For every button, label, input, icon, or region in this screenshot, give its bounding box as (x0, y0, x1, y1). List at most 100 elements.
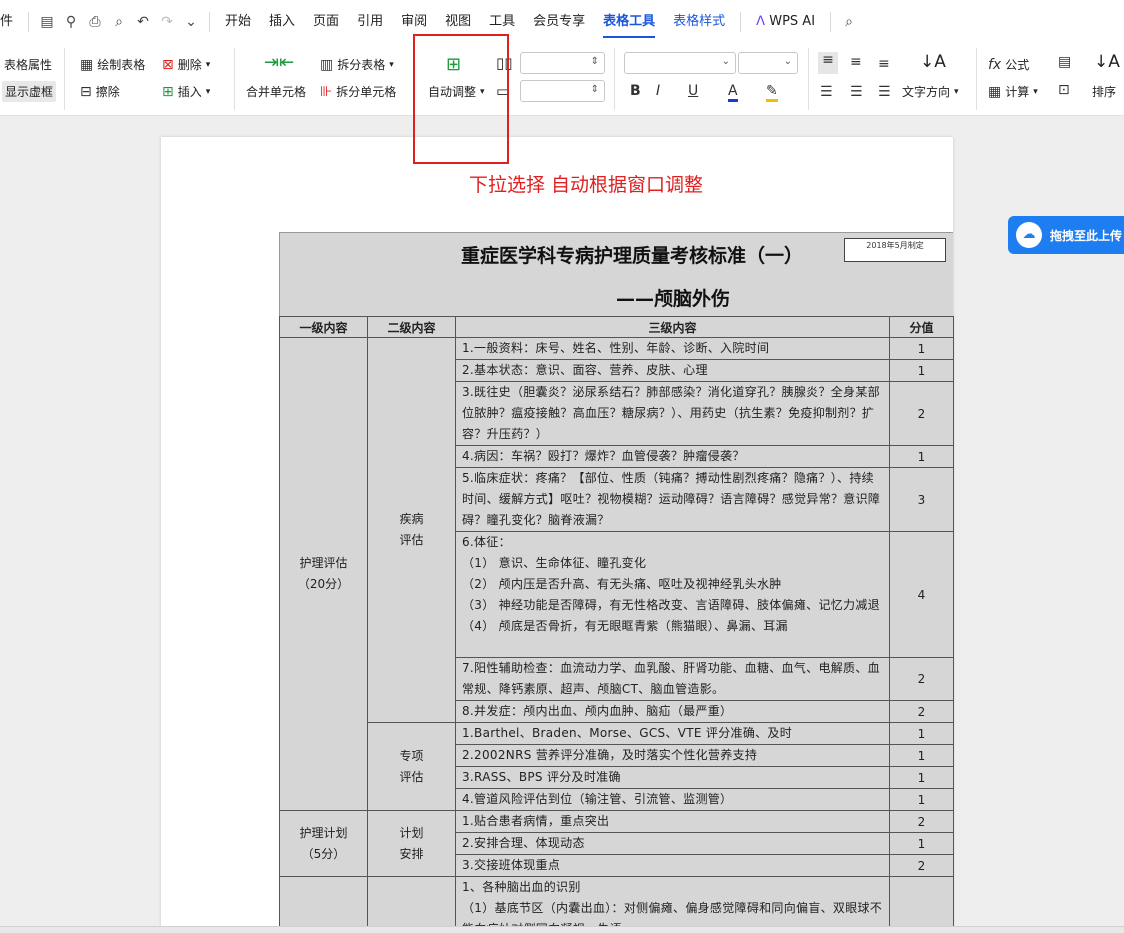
score-cell[interactable]: 2 (889, 657, 954, 701)
align-bottom-icon[interactable]: ≡ (878, 56, 890, 72)
content-cell[interactable]: 2.2002NRS 营养评分准确，及时落实个性化营养支持 (455, 744, 890, 767)
eraser-label: 擦除 (95, 85, 120, 99)
content-cell[interactable]: 3.交接班体现重点 (455, 854, 890, 877)
font-size-select[interactable]: ⌄ (738, 52, 798, 74)
share-icon[interactable]: ⚲ (59, 0, 83, 44)
tab-page[interactable]: 页面 (304, 0, 348, 44)
font-color-icon[interactable]: A (728, 83, 738, 102)
align-right-icon[interactable]: ☰ (878, 84, 891, 100)
font-name-select[interactable]: ⌄ (624, 52, 736, 74)
text-direction-button[interactable]: 文字方向 ▾ (902, 83, 959, 100)
align-left-icon[interactable]: ☰ (820, 84, 833, 100)
print-icon[interactable]: ⎙ (83, 0, 107, 44)
insert-label: 插入 (177, 85, 202, 99)
content-cell[interactable]: 6.体征： （1） 意识、生命体征、瞳孔变化 （2） 颅内压是否升高、有无头痛、… (455, 531, 890, 658)
menu-divider (209, 12, 211, 32)
row-height-input[interactable]: ⇕ (520, 80, 605, 102)
score-cell[interactable]: 2 (889, 700, 954, 723)
score-cell[interactable]: 2 (889, 854, 954, 877)
column-width-input[interactable]: ⇕ (520, 52, 605, 74)
date-stamp: 2018年5月制定 (844, 238, 946, 262)
score-cell[interactable]: 1 (889, 788, 954, 811)
content-cell[interactable]: 5.临床症状：疼痛？【部位、性质（钝痛？搏动性剧烈疼痛？隐痛？）、持续时间、缓解… (455, 467, 890, 532)
score-cell[interactable]: 1 (889, 722, 954, 745)
score-cell[interactable]: 1 (889, 766, 954, 789)
wps-ai-label: WPS AI (769, 14, 816, 29)
insert-button[interactable]: ⊞ 插入 ▾ (162, 83, 210, 100)
content-cell[interactable]: 1、各种脑出血的识别 （1）基底节区（内囊出血）：对侧偏瘫、偏身感觉障碍和同向偏… (455, 876, 890, 933)
score-cell[interactable]: 1 (889, 359, 954, 382)
delete-button[interactable]: ⊠ 删除 ▾ (162, 56, 210, 73)
split-table-button[interactable]: ▥ 拆分表格 ▾ (320, 56, 394, 73)
tab-home[interactable]: 开始 (216, 0, 260, 44)
sort-button[interactable]: 排序 (1092, 83, 1116, 100)
content-cell[interactable]: 3.RASS、BPS 评分及时准确 (455, 766, 890, 789)
save-icon[interactable]: ▤ (35, 0, 59, 44)
tab-references[interactable]: 引用 (348, 0, 392, 44)
italic-icon[interactable]: I (656, 83, 660, 99)
tab-table-tools[interactable]: 表格工具 (594, 0, 664, 44)
calculate-label: 计算 (1005, 85, 1030, 99)
formula-button[interactable]: fx 公式 (988, 56, 1029, 73)
score-cell[interactable]: 2 (889, 381, 954, 446)
level1-cell[interactable]: 护理计划 （5分） (279, 810, 368, 877)
content-cell[interactable]: 4.病因：车祸？殴打？爆炸？血管侵袭？肿瘤侵袭？ (455, 445, 890, 468)
score-cell[interactable]: 1 (889, 337, 954, 360)
merge-cells-icon: ⇥⇤ (264, 52, 295, 73)
calculate-button[interactable]: ▦ 计算 ▾ (988, 83, 1038, 100)
search-icon[interactable]: ⌕ (837, 0, 861, 44)
score-cell[interactable]: 1 (889, 832, 954, 855)
tab-member[interactable]: 会员专享 (524, 0, 594, 44)
menu-divider (28, 12, 30, 32)
content-cell[interactable]: 1.贴合患者病情，重点突出 (455, 810, 890, 833)
score-cell[interactable]: 3 (889, 467, 954, 532)
split-cells-button[interactable]: ⊪ 拆分单元格 (320, 83, 396, 100)
menu-file[interactable]: 件 (0, 0, 22, 44)
cloud-icon: ☁ (1016, 222, 1042, 248)
chevron-down-icon[interactable]: ⌄ (179, 0, 203, 44)
bold-icon[interactable]: B (630, 83, 641, 99)
wps-ai-icon: ᐱ (756, 14, 766, 29)
undo-icon[interactable]: ↶ (131, 0, 155, 44)
content-cell[interactable]: 7.阳性辅助检查：血流动力学、血乳酸、肝肾功能、血糖、血气、电解质、血常规、降钙… (455, 657, 890, 701)
header-level2: 二级内容 (367, 316, 456, 338)
score-cell[interactable]: 1 (889, 744, 954, 767)
align-top-icon[interactable]: ≡ (818, 52, 838, 74)
level2-cell[interactable] (367, 876, 456, 933)
content-cell[interactable]: 1.一般资料：床号、姓名、性别、年龄、诊断、入院时间 (455, 337, 890, 360)
highlight-icon[interactable]: ✎ (766, 83, 778, 102)
score-cell[interactable] (889, 876, 954, 933)
redo-icon[interactable]: ↷ (155, 0, 179, 44)
level2-cell[interactable]: 疾病 评估 (367, 337, 456, 723)
draw-table-button[interactable]: ▦ 绘制表格 (80, 56, 145, 73)
assessment-table[interactable]: 一级内容 二级内容 三级内容 分值 护理评估 （20分） 疾病 评估 1.一般资… (279, 316, 954, 933)
level1-cell[interactable]: 护理评估 （20分） (279, 337, 368, 811)
score-cell[interactable]: 2 (889, 810, 954, 833)
content-cell[interactable]: 3.既往史（胆囊炎？泌尿系结石？肺部感染？消化道穿孔？胰腺炎？全身某部位脓肿？瘟… (455, 381, 890, 446)
convert-icon[interactable]: ⊡ (1058, 82, 1070, 98)
content-cell[interactable]: 1.Barthel、Braden、Morse、GCS、VTE 评分准确、及时 (455, 722, 890, 745)
table-properties-button[interactable]: 表格属性 (4, 56, 52, 73)
content-cell[interactable]: 2.安排合理、体现动态 (455, 832, 890, 855)
underline-icon[interactable]: U (688, 83, 698, 99)
content-cell[interactable]: 8.并发症：颅内出血、颅内血肿、脑疝（最严重） (455, 700, 890, 723)
eraser-button[interactable]: ⊟ 擦除 (80, 83, 120, 100)
show-gridlines-button[interactable]: 显示虚框 (2, 81, 57, 102)
print-preview-icon[interactable]: ⌕ (107, 0, 131, 44)
upload-drag-button[interactable]: ☁ 拖拽至此上传 (1008, 216, 1124, 254)
content-cell[interactable]: 4.管道风险评估到位（输注管、引流管、监测管） (455, 788, 890, 811)
align-middle-icon[interactable]: ≡ (850, 54, 862, 70)
tab-table-style[interactable]: 表格样式 (664, 0, 734, 44)
score-cell[interactable]: 4 (889, 531, 954, 658)
align-center-icon[interactable]: ☰ (850, 84, 863, 100)
tab-wps-ai[interactable]: ᐱ WPS AI (747, 0, 824, 44)
repeat-header-icon[interactable]: ▤ (1058, 54, 1071, 70)
level2-cell[interactable]: 专项 评估 (367, 722, 456, 811)
level1-cell[interactable] (279, 876, 368, 933)
merge-cells-button[interactable]: 合并单元格 (246, 83, 306, 100)
score-cell[interactable]: 1 (889, 445, 954, 468)
content-cell[interactable]: 2.基本状态：意识、面容、营养、皮肤、心理 (455, 359, 890, 382)
table-row: 护理评估 （20分） 疾病 评估 1.一般资料：床号、姓名、性别、年龄、诊断、入… (279, 337, 954, 811)
tab-insert[interactable]: 插入 (260, 0, 304, 44)
level2-cell[interactable]: 计划 安排 (367, 810, 456, 877)
